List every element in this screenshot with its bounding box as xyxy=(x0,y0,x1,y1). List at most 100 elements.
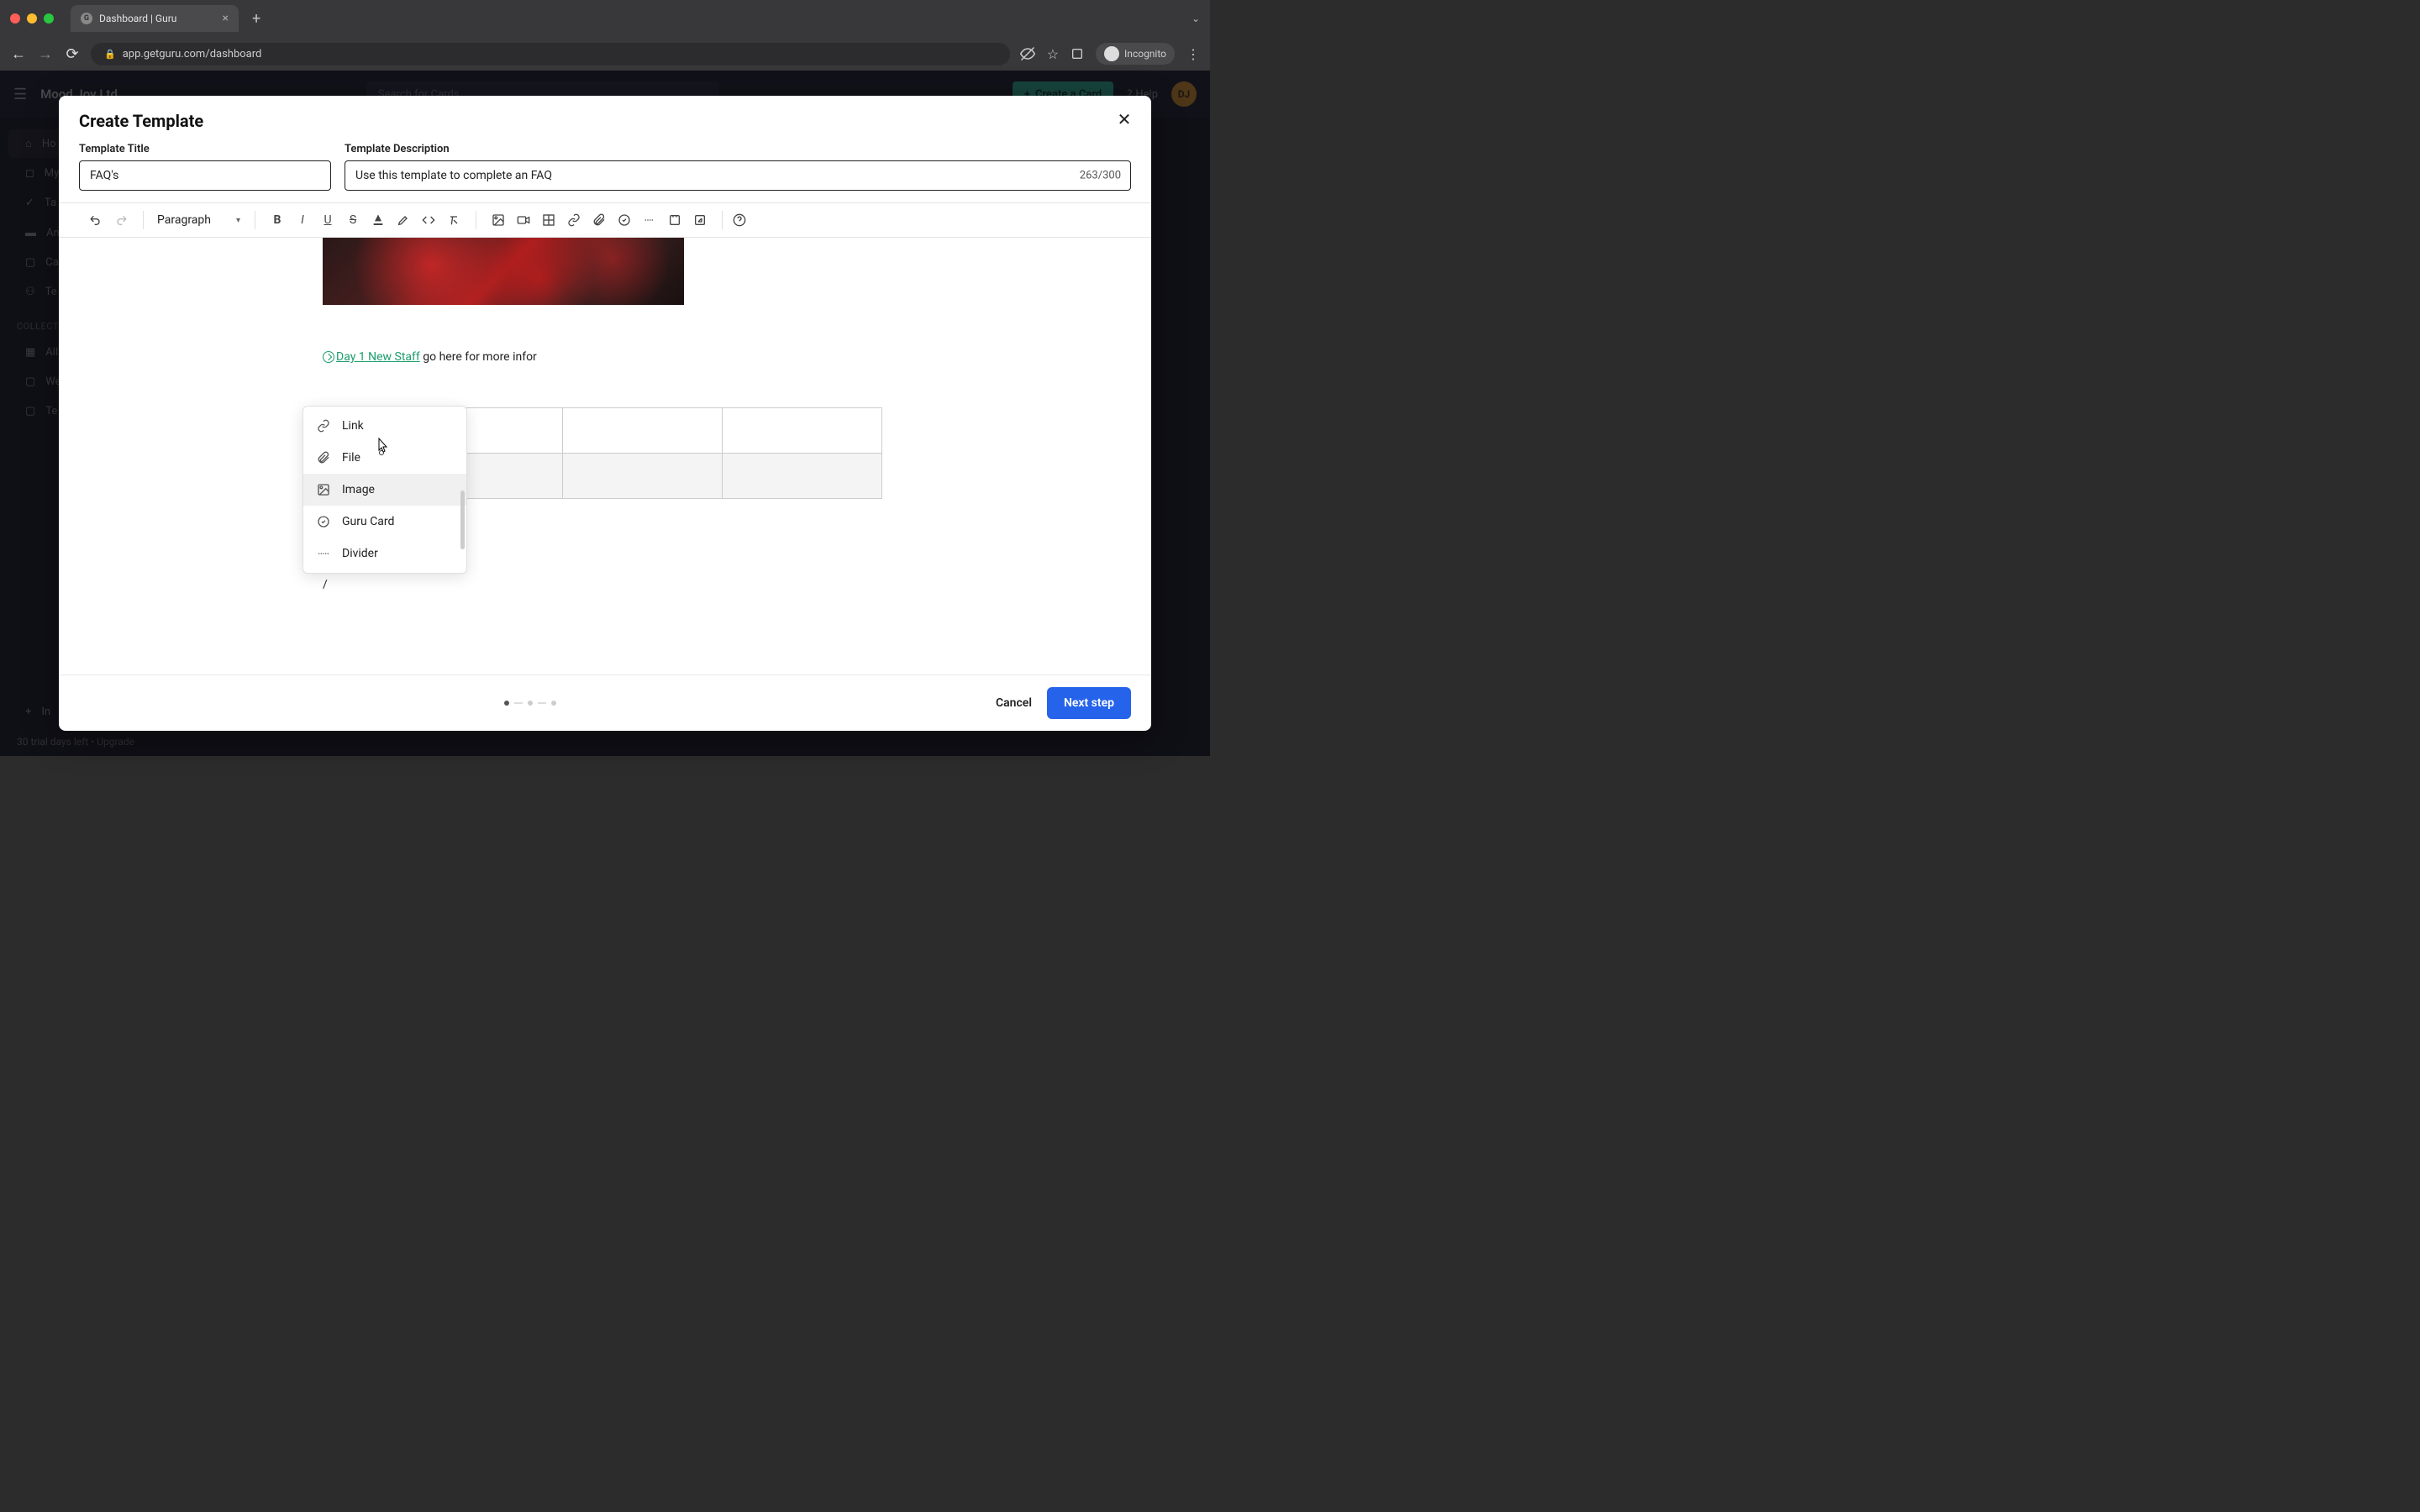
eye-off-icon[interactable] xyxy=(1020,46,1035,61)
code-button[interactable] xyxy=(417,208,440,232)
forward-button[interactable]: → xyxy=(37,45,54,63)
content-link[interactable]: Day 1 New Staff xyxy=(336,350,420,364)
cancel-button[interactable]: Cancel xyxy=(981,688,1047,718)
step-dot-3 xyxy=(551,701,556,706)
tab-title: Dashboard | Guru xyxy=(99,13,176,24)
step-dot-1 xyxy=(504,701,509,706)
content-image[interactable] xyxy=(323,238,684,305)
divider-button[interactable] xyxy=(638,208,661,232)
image-button[interactable] xyxy=(487,208,510,232)
modal-footer: Cancel Next step xyxy=(59,675,1151,731)
strikethrough-button[interactable]: S xyxy=(341,208,365,232)
video-button[interactable] xyxy=(512,208,535,232)
style-select-label: Paragraph xyxy=(157,213,211,227)
slash-command-menu: Link File Image Guru Card Divider xyxy=(302,406,467,574)
address-bar[interactable]: 🔒 app.getguru.com/dashboard xyxy=(91,43,1010,66)
guru-link-icon xyxy=(323,351,334,363)
incognito-icon xyxy=(1104,46,1119,61)
editor-body[interactable]: Day 1 New Staff go here for more infor a… xyxy=(59,238,1151,675)
attachment-icon xyxy=(317,451,330,465)
table-row: able xyxy=(429,408,882,454)
step-connector xyxy=(538,702,546,704)
step-connector xyxy=(514,702,523,704)
slash-item-label: Link xyxy=(342,419,364,433)
slash-trigger-text: / xyxy=(323,578,1131,591)
slash-item-label: Guru Card xyxy=(342,515,394,528)
attachment-button[interactable] xyxy=(587,208,611,232)
incognito-label: Incognito xyxy=(1124,48,1166,60)
slash-item-label: File xyxy=(342,451,360,465)
undo-button[interactable] xyxy=(84,208,108,232)
create-template-modal: ✕ Create Template Template Title Templat… xyxy=(59,96,1151,731)
tab-close-icon[interactable]: × xyxy=(223,12,229,25)
highlight-button[interactable] xyxy=(392,208,415,232)
table-row xyxy=(429,454,882,499)
window-maximize[interactable] xyxy=(44,13,54,24)
back-button[interactable]: ← xyxy=(10,45,27,63)
browser-right-controls: ☆ Incognito ⋮ xyxy=(1020,43,1200,65)
link-icon xyxy=(317,419,330,433)
char-count: 263/300 xyxy=(1080,170,1121,182)
title-field-group: Template Title xyxy=(79,143,331,191)
reload-button[interactable]: ⟳ xyxy=(64,45,81,63)
slash-item-label: Image xyxy=(342,483,375,496)
browser-toolbar: ← → ⟳ 🔒 app.getguru.com/dashboard ☆ Inco… xyxy=(0,37,1210,71)
image-icon xyxy=(317,483,330,496)
star-icon[interactable]: ☆ xyxy=(1047,46,1059,62)
table-cell[interactable] xyxy=(562,454,722,499)
extensions-icon[interactable] xyxy=(1071,47,1084,60)
slash-menu-scrollbar[interactable] xyxy=(460,491,465,549)
link-button[interactable] xyxy=(562,208,586,232)
italic-button[interactable]: I xyxy=(291,208,314,232)
divider-icon xyxy=(317,547,330,560)
slash-item-label: Divider xyxy=(342,547,378,560)
slash-item-link[interactable]: Link xyxy=(303,410,466,442)
incognito-badge: Incognito xyxy=(1096,43,1175,65)
slash-item-file[interactable]: File xyxy=(303,442,466,474)
step-progress xyxy=(504,701,556,706)
table-cell[interactable] xyxy=(722,408,881,454)
bold-button[interactable]: B xyxy=(266,208,289,232)
next-step-button[interactable]: Next step xyxy=(1047,687,1131,719)
modal-title: Create Template xyxy=(79,111,1131,131)
modal-header: Create Template xyxy=(59,96,1151,139)
slash-item-divider[interactable]: Divider xyxy=(303,538,466,570)
slash-item-image[interactable]: Image xyxy=(303,474,466,506)
step-dot-2 xyxy=(528,701,533,706)
paragraph-style-select[interactable]: Paragraph ▾ xyxy=(149,208,250,232)
content-table[interactable]: able xyxy=(429,407,882,499)
content-link-line: Day 1 New Staff go here for more infor xyxy=(323,350,1131,364)
table-button[interactable] xyxy=(537,208,560,232)
table-cell[interactable] xyxy=(562,408,722,454)
title-input[interactable] xyxy=(79,160,331,191)
browser-tab-strip: G Dashboard | Guru × + ⌄ xyxy=(0,0,1210,37)
lock-icon: 🔒 xyxy=(104,49,116,60)
chevron-down-icon: ▾ xyxy=(236,216,240,225)
redo-button[interactable] xyxy=(109,208,133,232)
iframe-button[interactable] xyxy=(663,208,687,232)
browser-menu-icon[interactable]: ⋮ xyxy=(1186,46,1200,62)
tab-overflow-icon[interactable]: ⌄ xyxy=(1192,13,1200,24)
guru-card-button[interactable] xyxy=(613,208,636,232)
clear-format-button[interactable] xyxy=(442,208,466,232)
window-close[interactable] xyxy=(10,13,20,24)
toolbar-help-button[interactable] xyxy=(728,208,751,232)
table-cell[interactable] xyxy=(722,454,881,499)
window-minimize[interactable] xyxy=(27,13,37,24)
browser-tab[interactable]: G Dashboard | Guru × xyxy=(71,5,239,32)
close-button[interactable]: ✕ xyxy=(1114,109,1134,129)
new-tab-button[interactable]: + xyxy=(245,7,267,31)
window-controls xyxy=(10,13,54,24)
desc-input[interactable] xyxy=(345,160,1131,191)
markdown-button[interactable] xyxy=(688,208,712,232)
tab-favicon: G xyxy=(81,13,92,24)
form-row: Template Title Template Description 263/… xyxy=(59,139,1151,202)
desc-field-group: Template Description 263/300 xyxy=(345,143,1131,191)
editor-toolbar: Paragraph ▾ B I U S xyxy=(59,202,1151,238)
modal-overlay: ✕ Create Template Template Title Templat… xyxy=(0,71,1210,756)
slash-item-guru-card[interactable]: Guru Card xyxy=(303,506,466,538)
desc-field-label: Template Description xyxy=(345,143,1131,155)
content-link-suffix: go here for more infor xyxy=(420,350,537,364)
underline-button[interactable]: U xyxy=(316,208,339,232)
text-color-button[interactable] xyxy=(366,208,390,232)
